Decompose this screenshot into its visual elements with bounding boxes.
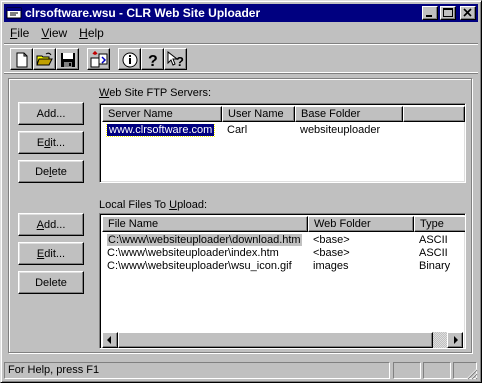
menu-help[interactable]: Help (73, 26, 110, 40)
open-folder-icon (36, 52, 53, 66)
save-button[interactable] (56, 48, 79, 70)
scroll-thumb[interactable] (118, 332, 433, 348)
title-bar[interactable]: clrsoftware.wsu - CLR Web Site Uploader (4, 4, 478, 22)
maximize-button[interactable] (440, 6, 456, 20)
web-folder-cell: <base> (313, 234, 350, 246)
column-header-file-name[interactable]: File Name (102, 216, 308, 232)
server-add-button[interactable]: Add... (18, 102, 84, 125)
context-help-icon: ? (167, 51, 184, 69)
open-button[interactable] (33, 48, 56, 70)
menu-bar: File View Help (4, 24, 478, 42)
save-disk-icon (61, 53, 75, 67)
status-pane-2 (393, 362, 421, 379)
app-icon[interactable] (6, 5, 22, 21)
new-document-icon (16, 52, 28, 68)
type-cell: ASCII (419, 234, 448, 246)
column-header-type[interactable]: Type (414, 216, 465, 232)
user-name-cell: Carl (227, 124, 248, 136)
column-header-filler (403, 106, 465, 122)
close-icon (463, 8, 472, 17)
scroll-right-button[interactable] (447, 332, 463, 348)
file-name-cell: C:\www\websiteuploader\index.htm (107, 247, 279, 259)
file-row[interactable]: C:\www\websiteuploader\wsu_icon.gif imag… (102, 260, 465, 273)
web-folder-cell: <base> (313, 247, 350, 259)
main-window: clrsoftware.wsu - CLR Web Site Uploader … (0, 0, 482, 383)
files-list-header: File Name Web Folder Type (102, 216, 465, 232)
column-header-base-folder[interactable]: Base Folder (295, 106, 403, 122)
base-folder-cell: websiteuploader (300, 124, 381, 136)
files-list[interactable]: File Name Web Folder Type C:\www\website… (99, 213, 466, 349)
file-name-cell: C:\www\websiteuploader\download.htm (107, 234, 302, 246)
help-icon: ? (148, 53, 158, 69)
web-folder-cell: images (313, 260, 349, 272)
status-pane-3 (423, 362, 451, 379)
column-header-web-folder[interactable]: Web Folder (308, 216, 414, 232)
files-label: Local Files To Upload: (99, 199, 208, 211)
window-title: clrsoftware.wsu - CLR Web Site Uploader (25, 6, 261, 20)
file-row[interactable]: C:\www\websiteuploader\index.htm <base> … (102, 247, 465, 260)
svg-text:?: ? (176, 54, 184, 69)
servers-list-header: Server Name User Name Base Folder (102, 106, 465, 122)
server-delete-button[interactable]: De l ete (18, 160, 84, 183)
help-button[interactable]: ? (141, 48, 164, 70)
file-row[interactable]: C:\www\websiteuploader\download.htm <bas… (102, 234, 465, 247)
type-cell: ASCII (419, 247, 448, 259)
context-help-button[interactable]: ? (164, 48, 187, 70)
close-button[interactable] (460, 6, 476, 20)
file-edit-button[interactable]: Edit... (18, 242, 84, 265)
file-add-button[interactable]: Add... (18, 213, 84, 236)
minimize-button[interactable] (422, 6, 438, 20)
arrow-right-icon (454, 336, 458, 344)
server-edit-button[interactable]: Ed it... (18, 131, 84, 154)
menu-file[interactable]: File (4, 26, 35, 40)
status-text: For Help, press F1 (4, 362, 390, 379)
minimize-icon (426, 15, 432, 17)
scroll-left-button[interactable] (102, 332, 118, 348)
maximize-icon (443, 8, 453, 17)
servers-list[interactable]: Server Name User Name Base Folder www.cl… (99, 103, 466, 183)
about-button[interactable] (118, 48, 141, 70)
info-icon (122, 52, 138, 68)
servers-label: Web Site FTP Servers: (99, 87, 212, 99)
status-bar: For Help, press F1 (4, 360, 478, 380)
menu-view[interactable]: View (35, 26, 73, 40)
new-button[interactable] (10, 48, 33, 70)
column-header-server-name[interactable]: Server Name (102, 106, 222, 122)
toolbar: ? ? (4, 43, 478, 73)
arrow-left-icon (107, 336, 111, 344)
upload-button[interactable] (87, 48, 110, 70)
server-name-cell: www.clrsoftware.com (105, 124, 216, 137)
files-hscrollbar[interactable] (102, 332, 463, 348)
svg-text:?: ? (148, 53, 158, 69)
upload-icon (90, 51, 108, 68)
column-header-user-name[interactable]: User Name (222, 106, 295, 122)
type-cell: Binary (419, 260, 451, 272)
server-row[interactable]: www.clrsoftware.com Carl websiteuploader (102, 124, 403, 137)
file-delete-button[interactable]: Delete (18, 271, 84, 294)
resize-grip-icon[interactable] (466, 368, 478, 380)
file-name-cell: C:\www\websiteuploader\wsu_icon.gif (107, 260, 292, 272)
